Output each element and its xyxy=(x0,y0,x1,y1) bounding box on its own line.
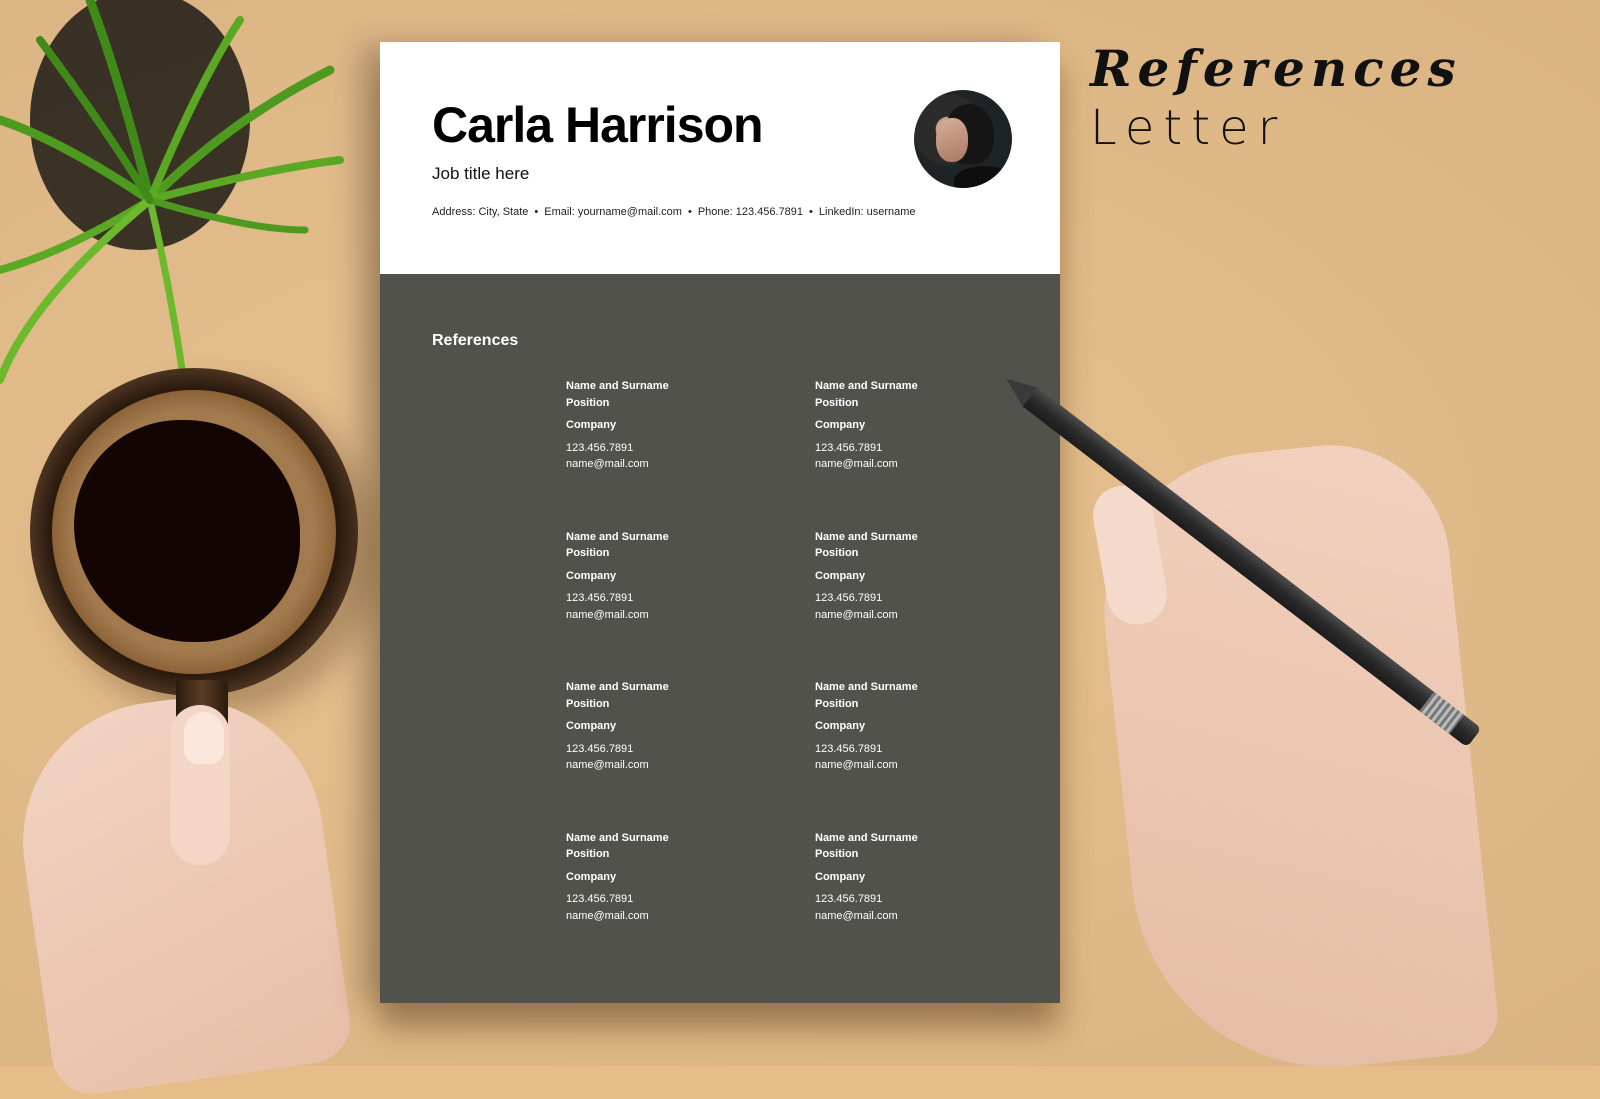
coffee-cup xyxy=(30,368,358,696)
reference-company: Company xyxy=(566,419,617,431)
reference-entry: Name and Surname Position Company 123.45… xyxy=(566,529,815,624)
reference-email: name@mail.com xyxy=(815,458,898,470)
reference-position: Position xyxy=(566,547,610,559)
reference-phone: 123.456.7891 xyxy=(815,441,883,454)
reference-name: Name and Surname xyxy=(566,681,669,693)
reference-company: Company xyxy=(566,569,617,582)
reference-entry: Name and Surname Position Company 123.45… xyxy=(566,679,815,774)
resume-header: Carla Harrison Job title here Address: C… xyxy=(380,42,1060,274)
reference-email: name@mail.com xyxy=(566,759,649,771)
photo-face xyxy=(936,118,968,162)
reference-phone: 123.456.7891 xyxy=(566,742,634,755)
reference-entry: Name and Surname Position Company 123.45… xyxy=(815,378,986,473)
reference-phone: 123.456.7891 xyxy=(566,893,634,905)
references-heading: References xyxy=(432,332,519,349)
promo-title-script: References xyxy=(1090,39,1462,98)
reference-position: Position xyxy=(566,848,610,860)
references-grid: Name and Surname Position Company 123.45… xyxy=(566,378,986,924)
candidate-name: Carla Harrison xyxy=(432,97,764,153)
reference-position: Position xyxy=(566,697,610,710)
reference-entry: Name and Surname Position Company 123.45… xyxy=(815,529,986,624)
reference-company: Company xyxy=(815,569,866,582)
reference-name: Name and Surname xyxy=(815,831,918,844)
resume-document: Carla Harrison Job title here Address: C… xyxy=(380,42,1060,1003)
reference-entry: Name and Surname Position Company 123.45… xyxy=(815,830,986,925)
reference-company: Company xyxy=(566,720,617,732)
reference-email: name@mail.com xyxy=(566,608,649,621)
reference-position: Position xyxy=(815,848,859,860)
contact-phone: Phone: 123.456.7891 xyxy=(697,206,804,218)
contact-line: Address: City, State • Email: yourname@mai… xyxy=(432,206,916,218)
reference-entry: Name and Surname Position Company 123.45… xyxy=(566,830,815,925)
reference-company: Company xyxy=(566,870,617,883)
reference-company: Company xyxy=(815,419,866,431)
photo-shoulder xyxy=(954,166,1012,188)
job-title: Job title here xyxy=(432,164,530,183)
reference-name: Name and Surname xyxy=(566,831,669,844)
reference-email: name@mail.com xyxy=(566,909,649,922)
contact-address: Address: City, State xyxy=(432,206,529,218)
reference-name: Name and Surname xyxy=(566,380,669,392)
reference-email: name@mail.com xyxy=(815,909,898,922)
reference-phone: 123.456.7891 xyxy=(815,893,883,905)
reference-name: Name and Surname xyxy=(815,681,918,693)
profile-photo xyxy=(914,90,1012,188)
reference-entry: Name and Surname Position Company 123.45… xyxy=(566,378,815,473)
reference-company: Company xyxy=(815,720,866,732)
reference-phone: 123.456.7891 xyxy=(566,592,634,604)
reference-phone: 123.456.7891 xyxy=(815,592,883,604)
reference-company: Company xyxy=(815,870,866,883)
contact-email: Email: yourname@mail.com xyxy=(544,206,682,218)
reference-email: name@mail.com xyxy=(815,759,898,771)
promo-heading: References Letter xyxy=(1090,39,1462,156)
contact-linkedin: LinkedIn: username xyxy=(818,206,916,218)
promo-title-sub: Letter xyxy=(1090,100,1287,156)
reference-phone: 123.456.7891 xyxy=(815,742,883,755)
reference-position: Position xyxy=(815,697,859,710)
reference-name: Name and Surname xyxy=(566,530,669,543)
resume-body: References Name and Surname Position Com… xyxy=(380,274,1060,1003)
contact-separator: • xyxy=(687,206,692,218)
reference-name: Name and Surname xyxy=(815,530,918,543)
reference-position: Position xyxy=(815,547,859,559)
contact-separator: • xyxy=(809,206,813,218)
contact-separator: • xyxy=(534,206,539,218)
reference-email: name@mail.com xyxy=(815,608,898,621)
left-thumbnail xyxy=(184,712,224,764)
reference-email: name@mail.com xyxy=(566,458,649,470)
reference-position: Position xyxy=(815,396,859,409)
reference-name: Name and Surname xyxy=(815,380,918,392)
reference-entry: Name and Surname Position Company 123.45… xyxy=(815,679,986,774)
reference-phone: 123.456.7891 xyxy=(566,441,634,454)
reference-position: Position xyxy=(566,396,610,409)
